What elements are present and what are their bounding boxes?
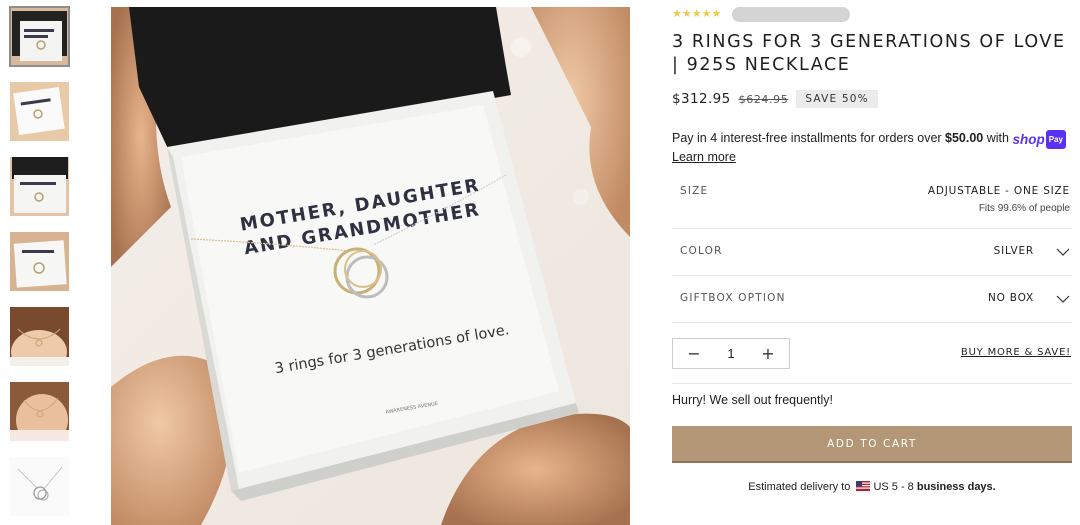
color-value: SILVER <box>993 245 1034 257</box>
star-icon: ★ <box>711 7 722 20</box>
shop-pay-word: shop <box>1012 132 1045 147</box>
giftbox-value: NO BOX <box>987 292 1034 304</box>
installments-suffix: with <box>983 131 1013 145</box>
thumbnail-1[interactable] <box>9 6 70 67</box>
shop-pay-logo: shop Pay <box>1012 130 1066 149</box>
compare-price: $624.95 <box>738 92 789 106</box>
quantity-stepper: − 1 + <box>672 338 790 369</box>
giftbox-label: GIFTBOX OPTION <box>680 292 786 304</box>
installments-message: Pay in 4 interest-free installments for … <box>672 130 1072 166</box>
thumbnail-4[interactable] <box>10 232 69 291</box>
necklace-giftbox-illustration: MOTHER, DAUGHTER AND GRANDMOTHER 3 rings… <box>111 7 630 525</box>
price-row: $312.95 $624.95 SAVE 50% <box>672 90 878 108</box>
decrease-quantity-button[interactable]: − <box>687 344 701 363</box>
delivery-prefix: Estimated delivery to <box>748 481 851 493</box>
size-fit-note: Fits 99.6% of people <box>978 203 1070 214</box>
thumbnail-5[interactable] <box>10 307 69 366</box>
increase-quantity-button[interactable]: + <box>761 344 775 363</box>
add-to-cart-button[interactable]: ADD TO CART <box>672 426 1072 463</box>
us-flag-icon <box>856 481 871 491</box>
chevron-down-icon[interactable] <box>1056 245 1070 259</box>
size-option-row: SIZE ADJUSTABLE - ONE SIZE Fits 99.6% of… <box>672 172 1072 229</box>
thumbnail-3[interactable] <box>10 157 69 216</box>
size-label: SIZE <box>680 185 709 197</box>
star-icon: ★ <box>672 7 682 20</box>
save-badge: SAVE 50% <box>796 90 878 108</box>
size-value: ADJUSTABLE - ONE SIZE <box>927 185 1070 197</box>
reviews-count-placeholder[interactable] <box>732 7 850 22</box>
star-icon: ★ <box>691 7 702 20</box>
learn-more-link[interactable]: Learn more <box>672 150 736 164</box>
installments-amount: $50.00 <box>945 131 984 145</box>
thumbnail-7[interactable] <box>10 457 69 516</box>
product-title: 3 RINGS FOR 3 GENERATIONS OF LOVE | 925S… <box>672 32 1066 75</box>
giftbox-option-row[interactable]: GIFTBOX OPTION NO BOX <box>672 276 1072 323</box>
star-icon: ★ <box>701 7 712 20</box>
rating-stars[interactable]: ★ ★ ★ ★ ★ <box>672 8 721 19</box>
thumbnail-2[interactable] <box>10 82 69 141</box>
color-label: COLOR <box>680 245 723 257</box>
color-option-row[interactable]: COLOR SILVER <box>672 229 1072 276</box>
shop-pay-box: Pay <box>1045 130 1066 149</box>
delivery-country: US <box>873 481 889 493</box>
thumbnail-6[interactable] <box>10 382 69 441</box>
installments-prefix: Pay in 4 interest-free installments for … <box>672 131 946 145</box>
buy-more-link[interactable]: BUY MORE & SAVE! <box>961 347 1071 358</box>
sale-price: $312.95 <box>672 91 731 107</box>
delivery-suffix: business days. <box>916 481 996 493</box>
main-product-image[interactable]: MOTHER, DAUGHTER AND GRANDMOTHER 3 rings… <box>111 7 630 525</box>
urgency-message: Hurry! We sell out frequently! <box>672 393 833 407</box>
star-icon: ★ <box>681 7 692 20</box>
divider <box>672 383 1072 384</box>
quantity-value[interactable]: 1 <box>727 346 734 361</box>
delivery-range: 5 - 8 <box>891 481 914 493</box>
chevron-down-icon[interactable] <box>1056 292 1070 306</box>
delivery-estimate: Estimated delivery to US 5 - 8 business … <box>672 481 1072 493</box>
